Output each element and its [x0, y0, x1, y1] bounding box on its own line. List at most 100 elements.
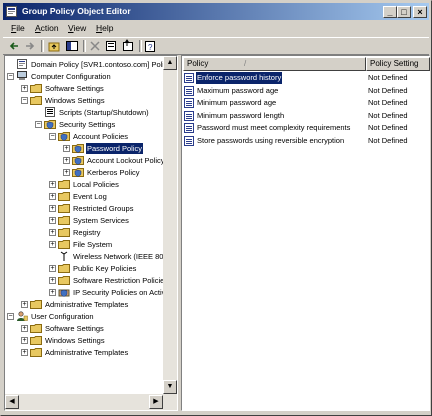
expand-icon[interactable]: + — [49, 289, 56, 296]
tree-item-label: System Services — [73, 216, 129, 225]
policy-name: Minimum password length — [197, 110, 285, 120]
folder-icon — [58, 179, 70, 189]
scroll-right-button[interactable]: ▶ — [149, 395, 163, 409]
scroll-down-button[interactable]: ▼ — [163, 380, 177, 394]
script-icon — [44, 107, 56, 117]
help-icon[interactable]: ? — [143, 39, 157, 53]
export-list-icon[interactable] — [121, 39, 135, 53]
expand-icon[interactable]: + — [21, 349, 28, 356]
collapse-icon[interactable]: − — [7, 313, 14, 320]
collapse-icon[interactable]: − — [7, 73, 14, 80]
policy-setting-icon — [184, 85, 194, 96]
minimize-button[interactable]: _ — [383, 6, 397, 18]
expand-icon[interactable]: + — [49, 265, 56, 272]
tree-item-label: Account Lockout Policy — [87, 156, 165, 165]
menu-action[interactable]: Action — [35, 23, 59, 33]
back-arrow-icon[interactable] — [7, 39, 21, 53]
tree-item-label: Computer Configuration — [31, 72, 111, 81]
security-icon — [58, 131, 70, 141]
collapse-icon[interactable]: − — [21, 97, 28, 104]
up-one-level-icon[interactable] — [47, 39, 61, 53]
collapse-icon[interactable]: − — [49, 133, 56, 140]
expand-icon[interactable]: + — [21, 301, 28, 308]
properties-icon[interactable] — [104, 39, 118, 53]
folder-icon — [30, 95, 42, 105]
folder-icon — [58, 227, 70, 237]
computer-icon — [16, 71, 28, 81]
expand-icon[interactable]: + — [63, 145, 70, 152]
tree-item-label: Public Key Policies — [73, 264, 137, 273]
folder-icon — [30, 323, 42, 333]
delete-icon[interactable] — [88, 39, 102, 53]
column-header-policy-setting[interactable]: Policy Setting — [366, 57, 430, 71]
tree-item-label: Security Settings — [59, 120, 116, 129]
folder-icon — [30, 335, 42, 345]
show-hide-tree-icon[interactable] — [65, 39, 79, 53]
expand-icon[interactable]: + — [49, 193, 56, 200]
policy-setting-value: Not Defined — [368, 135, 408, 145]
expand-icon[interactable]: + — [49, 229, 56, 236]
tree-item-label: Windows Settings — [45, 96, 105, 105]
expand-icon[interactable]: + — [49, 277, 56, 284]
tree-item-label: Windows Settings — [45, 336, 105, 345]
folder-icon — [58, 191, 70, 201]
title-bar[interactable]: Group Policy Object Editor _ □ × — [3, 3, 429, 20]
folder-icon — [30, 347, 42, 357]
window-title: Group Policy Object Editor — [22, 6, 131, 16]
tree-item-label: Account Policies — [73, 132, 129, 141]
menu-file[interactable]: File — [11, 23, 25, 33]
tree-vertical-scrollbar[interactable]: ▲ ▼ — [163, 56, 177, 410]
tree-item-label: Software Settings — [45, 324, 104, 333]
list-item[interactable]: Maximum password age Not Defined — [183, 85, 429, 97]
security-icon — [72, 167, 84, 177]
folder-icon — [58, 263, 70, 273]
expand-icon[interactable]: + — [49, 217, 56, 224]
scroll-up-button[interactable]: ▲ — [163, 56, 177, 70]
tree-item-label: Event Log — [73, 192, 107, 201]
tree-horizontal-scrollbar[interactable]: ◀ ▶ — [5, 394, 163, 410]
folder-icon — [30, 83, 42, 93]
tree-item-label: Software Restriction Policies — [73, 276, 169, 285]
tree-item-label: Software Settings — [45, 84, 104, 93]
policy-name: Store passwords using reversible encrypt… — [197, 135, 345, 145]
expand-icon[interactable]: + — [21, 325, 28, 332]
policy-name: Enforce password history — [196, 72, 283, 84]
column-header-policy[interactable]: Policy / — [183, 57, 366, 71]
maximize-button[interactable]: □ — [397, 6, 411, 18]
security-icon — [72, 143, 84, 153]
svg-text:?: ? — [148, 43, 153, 52]
list-item[interactable]: Minimum password age Not Defined — [183, 97, 429, 109]
collapse-icon[interactable]: − — [35, 121, 42, 128]
menu-help[interactable]: Help — [96, 23, 113, 33]
policy-setting-icon — [184, 135, 194, 146]
expand-icon[interactable]: + — [63, 169, 70, 176]
scroll-left-button[interactable]: ◀ — [5, 395, 19, 409]
expand-icon[interactable]: + — [21, 337, 28, 344]
list-item[interactable]: Minimum password length Not Defined — [183, 110, 429, 122]
policy-setting-icon — [184, 123, 194, 133]
folder-icon — [58, 275, 70, 285]
expand-icon[interactable]: + — [49, 241, 56, 248]
folder-icon — [58, 215, 70, 225]
list-item[interactable]: Password must meet complexity requiremen… — [183, 122, 429, 134]
expand-icon[interactable]: + — [21, 85, 28, 92]
details-list-pane[interactable]: Policy / Policy Setting Enforce password… — [181, 55, 430, 411]
expand-icon[interactable]: + — [63, 157, 70, 164]
policy-name: Minimum password age — [197, 98, 277, 107]
sort-indicator-icon: / — [244, 59, 247, 68]
console-tree-pane[interactable]: Domain Policy [SVR1.contoso.com] Policy −… — [4, 55, 178, 411]
menu-view[interactable]: View — [68, 23, 86, 33]
expand-icon[interactable]: + — [49, 205, 56, 212]
policy-setting-value: Not Defined — [368, 123, 408, 132]
menu-bar: File Action View Help — [3, 22, 429, 36]
expand-icon[interactable]: + — [49, 181, 56, 188]
list-item[interactable]: Enforce password history Not Defined — [183, 72, 429, 84]
security-icon — [44, 119, 56, 129]
tree-item-label: Wireless Network (IEEE 802. — [73, 252, 170, 261]
security-icon — [72, 155, 84, 165]
ipsec-icon — [58, 287, 70, 297]
policy-setting-value: Not Defined — [368, 110, 408, 120]
list-item[interactable]: Store passwords using reversible encrypt… — [183, 135, 429, 147]
close-button[interactable]: × — [413, 6, 427, 18]
forward-arrow-icon[interactable] — [23, 39, 37, 53]
